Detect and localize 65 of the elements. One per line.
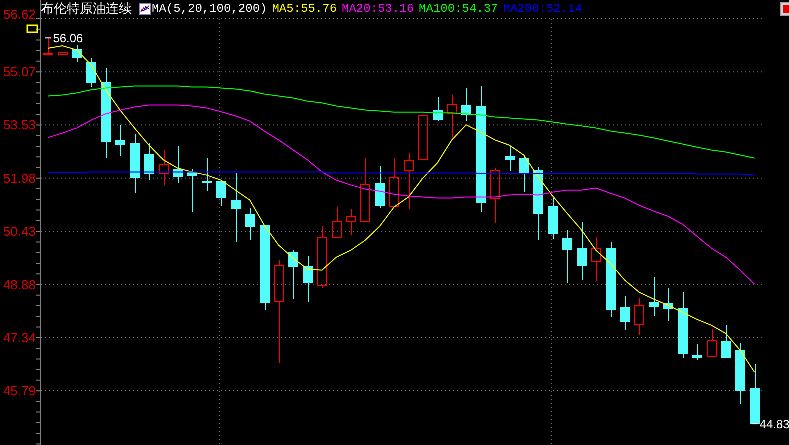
candlestick — [736, 343, 746, 405]
candlestick — [160, 150, 170, 186]
candlestick — [548, 198, 558, 240]
candlestick — [490, 168, 500, 224]
candlestick — [520, 154, 530, 193]
candlestick — [346, 208, 356, 236]
line-chart-icon — [139, 3, 151, 15]
candlestick — [678, 292, 688, 359]
legend-item: MA5:55.76 — [272, 2, 338, 16]
candlestick — [390, 158, 400, 208]
candlestick — [434, 96, 444, 122]
candlestick — [404, 152, 414, 210]
corner-button[interactable] — [780, 2, 789, 16]
candlestick — [592, 236, 602, 282]
candlestick — [664, 288, 674, 322]
candlestick — [634, 298, 644, 336]
candlestick — [288, 250, 298, 300]
candlestick — [188, 168, 198, 213]
candlestick — [174, 146, 184, 184]
chart-title: 布伦特原油连续 — [41, 1, 132, 18]
axis-label: 53.53 — [3, 118, 36, 133]
candlestick — [144, 142, 154, 181]
legend-item: MA20:53.16 — [342, 2, 414, 16]
candlestick — [318, 226, 328, 289]
indicator-label: MA(5,20,100,200) — [152, 2, 268, 16]
axis-label: 48.88 — [3, 277, 36, 292]
legend-item: MA100:54.37 — [419, 2, 498, 16]
candlestick — [86, 58, 96, 88]
price-marker-icon — [44, 38, 52, 39]
candlestick — [562, 230, 572, 284]
axis-label: 56.62 — [3, 6, 36, 22]
candlestick — [462, 88, 472, 122]
candlestick — [418, 116, 428, 160]
candlestick — [578, 222, 588, 281]
candlestick — [72, 44, 82, 63]
axis-label: 51.98 — [3, 170, 36, 186]
candlestick — [304, 256, 314, 303]
cursor-marker-icon — [26, 24, 38, 34]
candlestick — [448, 94, 458, 138]
candlestick — [708, 329, 718, 358]
candlestick — [202, 158, 212, 192]
axis-label: 50.43 — [3, 224, 36, 240]
candlestick — [376, 166, 386, 209]
candlestick — [750, 364, 760, 425]
axis-label: 55.07 — [3, 64, 36, 80]
candlestick — [246, 208, 256, 242]
candlestick — [116, 124, 126, 157]
candlestick — [360, 158, 370, 222]
candlestick — [692, 344, 702, 361]
axis-label: 47.34 — [3, 330, 36, 346]
legend-item: MA200:52.14 — [503, 2, 582, 16]
price-annotation: 44.83 — [760, 418, 789, 432]
candlestick — [130, 134, 140, 194]
axis-label: 45.79 — [3, 384, 36, 399]
price-annotation: 56.06 — [53, 32, 84, 46]
candlestick — [232, 172, 242, 243]
candlestick — [506, 146, 516, 172]
candlestick — [332, 206, 342, 239]
price-marker-icon — [751, 424, 758, 425]
candlestick — [650, 276, 660, 317]
candlestick — [722, 324, 732, 359]
candlestick — [620, 296, 630, 332]
candlestick — [216, 180, 226, 207]
candlestick — [58, 52, 68, 56]
candlestick — [44, 38, 54, 56]
